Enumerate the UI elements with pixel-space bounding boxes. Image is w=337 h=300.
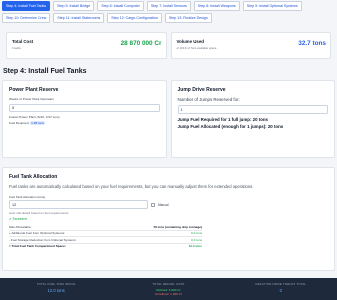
jump-fuel-required: Jump Fuel Required for 1 full jump: 20 t… xyxy=(177,117,269,122)
page-title: Step 4: Install Fuel Tanks xyxy=(3,68,87,75)
tab-step-9[interactable]: Step 9: Install Optional Systems xyxy=(242,1,302,12)
fuel-reduction-label: - Fuel Storage Reduction from Optional S… xyxy=(9,237,77,242)
manual-checkbox[interactable] xyxy=(151,202,155,207)
allocation-input-label: Fuel Tank Allocation (tons) xyxy=(9,195,46,199)
summary-stats: Total Cost Credits 28 870 000 Cr Volume … xyxy=(6,32,331,59)
check-icon: ✔ xyxy=(9,217,12,221)
tab-step-4[interactable]: Step 4: Install Fuel Tanks xyxy=(2,1,51,12)
volume-used-sub: of 100.0 of Tons available space xyxy=(176,45,217,50)
volume-used-card: Volume Used of 100.0 of Tons available s… xyxy=(170,32,331,59)
fuel-tank-allocation-card: Fuel Tank Allocation Fuel tanks are auto… xyxy=(2,167,335,271)
total-compartment-label: = Total Fuel Tank Compartment Space: xyxy=(9,244,66,249)
fuel-reduction-value: 0.0 tons xyxy=(190,237,202,242)
drive-thrust-label: REACTION DRIVE THRUST TOTAL xyxy=(255,282,307,286)
jump-drive-card: Jump Drive Reserve Number of Jumps Reser… xyxy=(170,80,335,158)
plant-note: Fusion Power Plant (S/10, 0.97 tons) xyxy=(9,115,60,119)
max-allocatable-value: 79 tons (remaining ship tonnage) xyxy=(153,225,202,229)
jump-fuel-allocated: Jump Fuel Allocated (enough for 1 jumps)… xyxy=(177,124,284,129)
unrefined-cost: Unrefined: 1 200 Cr xyxy=(154,292,182,296)
tab-step-8[interactable]: Step 8: Install Weapons xyxy=(193,1,240,12)
tab-step-5[interactable]: Step 5: Install Bridge xyxy=(53,1,95,12)
max-allocatable-row: Max Allocatable: 79 tons (remaining ship… xyxy=(9,225,202,229)
allocation-input-row: 12 Manual xyxy=(9,200,328,209)
total-cost-label: Total Cost xyxy=(12,39,34,44)
total-compartment-value: 12.0 tons xyxy=(188,244,202,249)
refined-cost: Refined: 6 000 Cr xyxy=(156,287,181,292)
additional-fuel-row: + Additional Fuel from Optional Systems:… xyxy=(9,231,202,235)
tab-step-12[interactable]: Step 12: Cargo Configuration xyxy=(107,13,162,24)
fuel-reduction-row: - Fuel Storage Reduction from Optional S… xyxy=(9,238,202,242)
weeks-input[interactable]: 5 xyxy=(9,104,160,112)
fuel-space-label: TOTAL FUEL TANK SPACE xyxy=(36,282,76,286)
fuel-required-label: Fuel Required: xyxy=(9,121,30,125)
fuel-allocation-input[interactable]: 12 xyxy=(9,200,148,209)
jumps-reserved-label: Number of Jumps Reserved for: xyxy=(177,97,240,102)
max-allocatable-label: Max Allocatable: xyxy=(9,225,32,229)
fuel-required-line: Fuel Required: 1.28 tons xyxy=(9,121,160,125)
total-cost-card: Total Cost Credits 28 870 000 Cr xyxy=(6,32,167,59)
footer-summary: TOTAL FUEL TANK SPACE 12.0 tons TOTAL RE… xyxy=(0,278,337,300)
exceeded-status: ✔ Exceeded xyxy=(9,217,328,221)
total-cost-sub: Credits xyxy=(12,45,21,50)
fuel-space-value: 12.0 tons xyxy=(47,287,65,293)
tab-step-13[interactable]: Step 13: Finalize Design xyxy=(164,13,212,24)
step-tabs: Step 4: Install Fuel Tanks Step 5: Insta… xyxy=(0,0,337,24)
tab-step-7[interactable]: Step 7: Install Sensors xyxy=(146,1,191,12)
footer-drive-thrust: REACTION DRIVE THRUST TOTAL 0 xyxy=(225,278,337,300)
tab-step-10[interactable]: Step 10: Determine Crew xyxy=(2,13,51,24)
tab-step-11[interactable]: Step 11: Install Staterooms xyxy=(53,13,105,24)
total-cost-value: 28 870 000 Cr xyxy=(120,40,162,47)
exceeded-label: Exceeded xyxy=(12,217,27,221)
additional-fuel-label: + Additional Fuel from Optional Systems: xyxy=(9,231,65,236)
volume-used-value: 32.7 tons xyxy=(298,40,326,47)
fuel-required-value: 1.28 tons xyxy=(30,121,45,125)
footer-refuel-cost: TOTAL REFUEL COST Refined: 6 000 Cr Unre… xyxy=(112,278,224,300)
weeks-label: Weeks of Power Plant Operation xyxy=(9,97,54,101)
footer-fuel-space: TOTAL FUEL TANK SPACE 12.0 tons xyxy=(0,278,112,300)
tab-step-6[interactable]: Step 6: Install Computer xyxy=(97,1,144,12)
drive-thrust-value: 0 xyxy=(279,287,282,293)
jumps-reserved-input[interactable]: 1 xyxy=(177,105,328,114)
allocation-description: Fuel tanks are automatically calculated … xyxy=(9,184,254,189)
power-plant-title: Power Plant Reserve xyxy=(9,87,59,93)
jump-drive-title: Jump Drive Reserve xyxy=(177,87,226,93)
allocation-title: Fuel Tank Allocation xyxy=(9,174,58,180)
refuel-cost-label: TOTAL REFUEL COST xyxy=(152,282,185,286)
reserve-cards: Power Plant Reserve Weeks of Power Plant… xyxy=(2,80,335,158)
auto-note: Auto calculated based on fuel requiremen… xyxy=(9,211,69,215)
total-compartment-row: = Total Fuel Tank Compartment Space: 12.… xyxy=(9,244,202,248)
manual-label: Manual xyxy=(158,202,169,207)
volume-used-label: Volume Used xyxy=(176,39,205,44)
additional-fuel-value: 0.0 tons xyxy=(190,231,202,236)
power-plant-card: Power Plant Reserve Weeks of Power Plant… xyxy=(2,80,167,158)
